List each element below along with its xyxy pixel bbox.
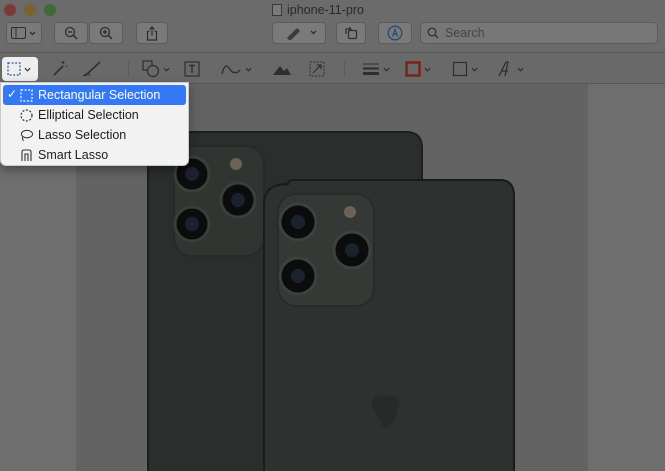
lasso-icon bbox=[20, 129, 33, 142]
menu-item-rectangular-selection[interactable]: ✓ Rectangular Selection bbox=[3, 85, 186, 105]
zoom-in-button[interactable] bbox=[89, 22, 123, 44]
border-color-button[interactable] bbox=[405, 59, 431, 79]
title-bar: iphone-11-pro bbox=[0, 0, 665, 52]
rotate-icon bbox=[345, 26, 358, 40]
rect-select-icon bbox=[7, 62, 21, 76]
chevron-down-icon bbox=[24, 67, 31, 72]
close-window-button[interactable] bbox=[4, 4, 16, 16]
chevron-down-icon bbox=[245, 67, 252, 72]
zoom-in-icon bbox=[99, 26, 113, 40]
text-button[interactable] bbox=[184, 59, 200, 79]
adjust-size-button[interactable] bbox=[308, 59, 326, 79]
zoom-out-icon bbox=[64, 26, 78, 40]
sign-button[interactable] bbox=[220, 59, 252, 79]
fill-color-button[interactable] bbox=[452, 59, 478, 79]
chevron-down-icon bbox=[471, 67, 478, 72]
ellipse-select-icon bbox=[20, 108, 33, 122]
search-field[interactable] bbox=[420, 22, 658, 44]
pen-icon bbox=[82, 61, 101, 77]
markup-icon bbox=[387, 25, 403, 41]
fill-color-icon bbox=[452, 61, 468, 77]
checkmark-icon: ✓ bbox=[7, 87, 18, 101]
menu-item-label: Rectangular Selection bbox=[38, 88, 161, 102]
window-title: iphone-11-pro bbox=[272, 2, 364, 18]
shapes-icon bbox=[142, 60, 160, 78]
instant-alpha-button[interactable] bbox=[50, 59, 68, 79]
line-style-icon bbox=[363, 63, 379, 75]
sidebar-view-button[interactable] bbox=[6, 22, 42, 44]
chevron-down-icon bbox=[383, 67, 390, 72]
menu-item-label: Elliptical Selection bbox=[38, 108, 139, 122]
text-style-icon bbox=[498, 61, 509, 77]
shapes-button[interactable] bbox=[142, 59, 170, 79]
smart-lasso-icon bbox=[20, 148, 33, 162]
share-button[interactable] bbox=[136, 22, 168, 44]
window-title-text: iphone-11-pro bbox=[287, 3, 364, 17]
rect-select-icon bbox=[20, 88, 33, 102]
search-input[interactable] bbox=[445, 26, 645, 40]
preview-window: iphone-11-pro Search ✓ Rectangular Selec… bbox=[0, 0, 665, 471]
text-box-icon bbox=[184, 61, 200, 77]
toolbar-separator bbox=[128, 61, 129, 77]
search-icon bbox=[427, 27, 439, 39]
line-style-button[interactable] bbox=[362, 59, 390, 79]
adjust-color-icon bbox=[273, 66, 291, 75]
highlighter-icon bbox=[287, 28, 317, 40]
text-style-button[interactable] bbox=[496, 59, 524, 79]
border-color-icon bbox=[405, 61, 421, 77]
rotate-button[interactable] bbox=[336, 22, 366, 44]
chevron-down-icon bbox=[517, 67, 524, 72]
menu-item-label: Smart Lasso bbox=[38, 148, 109, 162]
sketch-button[interactable] bbox=[82, 59, 104, 79]
sidebar-icon bbox=[11, 27, 36, 39]
adjust-color-button[interactable] bbox=[272, 59, 292, 79]
zoom-window-button[interactable] bbox=[44, 4, 56, 16]
toolbar-separator bbox=[344, 61, 345, 77]
magic-wand-icon bbox=[53, 61, 68, 76]
zoom-out-button[interactable] bbox=[54, 22, 88, 44]
resize-icon bbox=[309, 61, 325, 77]
menu-item-lasso-selection[interactable]: Lasso Selection bbox=[1, 125, 188, 145]
highlight-button[interactable] bbox=[272, 22, 326, 44]
share-icon bbox=[146, 25, 158, 41]
menu-item-elliptical-selection[interactable]: Elliptical Selection bbox=[1, 105, 188, 125]
minimize-window-button[interactable] bbox=[24, 4, 36, 16]
selection-tools-menu: ✓ Rectangular Selection Elliptical Selec… bbox=[0, 82, 189, 166]
chevron-down-icon bbox=[424, 67, 431, 72]
selection-tools-button[interactable] bbox=[2, 57, 38, 81]
markup-toolbar-button[interactable] bbox=[378, 22, 412, 44]
menu-item-smart-lasso[interactable]: Smart Lasso bbox=[1, 145, 188, 165]
chevron-down-icon bbox=[163, 67, 170, 72]
markup-toolbar bbox=[0, 52, 665, 84]
signature-icon bbox=[221, 65, 241, 75]
menu-item-label: Lasso Selection bbox=[38, 128, 127, 142]
document-icon bbox=[272, 4, 282, 16]
